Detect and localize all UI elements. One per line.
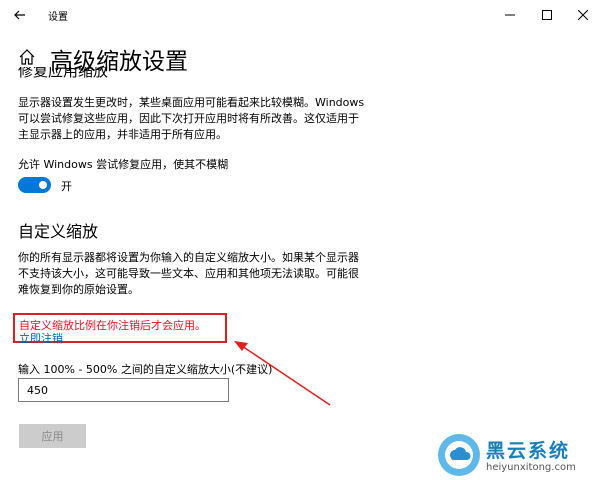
sign-out-now-link[interactable]: 立即注销 <box>19 330 63 346</box>
watermark-name: 黑云系统 <box>486 440 571 462</box>
custom-scaling-input[interactable] <box>18 378 229 402</box>
custom-scaling-description: 你的所有显示器都将设置为你输入的自定义缩放大小。如果某个显示器不支持该大小，这可… <box>18 251 359 296</box>
fix-apps-heading: 修复应用缩放 <box>18 67 109 79</box>
maximize-icon <box>542 10 552 20</box>
toggle-state-text: 开 <box>61 180 72 193</box>
close-button[interactable] <box>563 0 600 30</box>
toggle-knob <box>39 181 47 189</box>
fix-apps-description: 显示器设置发生更改时，某些桌面应用可能看起来比较模糊。Windows 可以尝试修… <box>18 96 365 141</box>
watermark: 黑云系统 heiyunxitong.com <box>436 432 600 480</box>
window-title: 设置 <box>48 12 68 23</box>
title-bar: 设置 <box>0 0 600 30</box>
cloud-logo-icon <box>438 434 480 476</box>
home-button[interactable] <box>18 48 36 66</box>
apply-button[interactable]: 应用 <box>19 424 86 448</box>
back-button[interactable] <box>12 7 28 23</box>
home-icon <box>19 49 35 65</box>
minimize-icon <box>505 14 515 16</box>
fix-apps-toggle[interactable] <box>18 177 51 193</box>
close-icon <box>578 10 588 20</box>
watermark-url: heiyunxitong.com <box>486 462 576 473</box>
custom-scaling-heading: 自定义缩放 <box>18 222 99 241</box>
minimize-button[interactable] <box>490 0 530 30</box>
back-arrow-icon <box>14 10 25 20</box>
scaling-input-label: 输入 100% - 500% 之间的自定义缩放大小(不建议) <box>18 363 273 376</box>
maximize-button[interactable] <box>527 0 567 30</box>
fix-apps-toggle-label: 允许 Windows 尝试修复应用，使其不模糊 <box>18 158 229 171</box>
